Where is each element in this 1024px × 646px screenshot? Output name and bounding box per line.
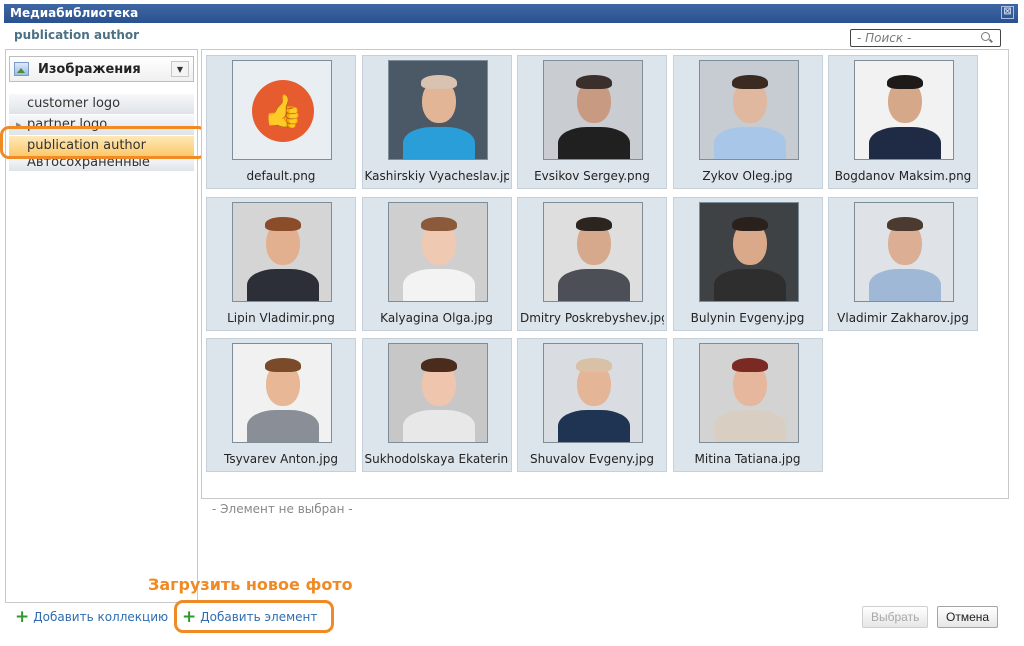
media-type-dropdown[interactable]: Изображения ▼ [9,56,194,82]
collection-title: publication author [14,28,140,42]
expand-arrow-icon[interactable]: ▶ [16,115,21,135]
add-element-link[interactable]: + Добавить элемент [182,607,318,627]
media-tile[interactable]: Dmitry Poskrebyshev.jpg [517,196,667,331]
media-tile[interactable]: Sukhodolskaya Ekaterina [361,338,512,472]
media-file-name: Kashirskiy Vyacheslav.jpg [364,169,509,183]
media-thumbnail [543,60,643,160]
media-file-name: Evsikov Sergey.png [534,169,650,183]
media-tile[interactable]: Zykov Oleg.jpg [672,55,823,189]
portrait-photo [389,344,487,442]
image-icon [14,62,29,76]
media-file-name: Lipin Vladimir.png [227,310,335,325]
portrait-photo [700,344,798,442]
media-file-name: Zykov Oleg.jpg [702,169,793,183]
add-element-label: Добавить элемент [200,610,318,624]
close-icon[interactable]: ⊠ [1001,6,1014,19]
media-file-name: Bogdanov Maksim.png [834,169,972,183]
select-button[interactable]: Выбрать [862,606,929,628]
media-tile[interactable]: Shuvalov Evgeny.jpg [517,338,667,472]
plus-icon: + [182,607,197,627]
portrait-photo [544,344,642,442]
media-thumbnail: 👍 [232,60,332,160]
media-thumbnail [543,201,643,302]
media-file-name: Bulynin Evgeny.jpg [690,310,805,325]
portrait-photo [700,203,798,301]
media-tile[interactable]: Evsikov Sergey.png [517,55,667,189]
portrait-photo [544,61,642,159]
media-thumbnail [698,60,799,160]
media-thumbnail [543,343,643,443]
collection-tree: customer logo ▶ partner logo publication… [6,94,197,171]
media-tile[interactable]: Kalyagina Olga.jpg [361,196,512,331]
plus-icon: + [15,607,30,627]
media-thumbnail [854,201,954,302]
media-type-label: Изображения [38,61,141,77]
media-file-name: Dmitry Poskrebyshev.jpg [520,310,664,325]
sidebar-item-label: customer logo [27,96,121,111]
collections-sidebar: Изображения ▼ customer logo ▶ partner lo… [5,49,198,603]
portrait-photo [233,344,331,442]
sidebar-item-label: publication author [27,138,146,153]
selection-status: - Элемент не выбран - [212,502,353,516]
sidebar-item-publication-author[interactable]: publication author [9,136,194,156]
media-tile[interactable]: Bogdanov Maksim.png [828,55,978,189]
portrait-photo [389,203,487,301]
sidebar-item-label: Автосохраненные [27,157,150,170]
media-thumbnail [232,343,332,443]
portrait-photo [855,203,953,301]
thumbs-up-icon: 👍 [252,80,314,142]
portrait-photo [855,61,953,159]
sidebar-item-label: partner logo [27,117,108,132]
media-file-name: Vladimir Zakharov.jpg [837,310,969,325]
portrait-photo [544,203,642,301]
media-file-name: Kalyagina Olga.jpg [380,310,493,325]
add-collection-label: Добавить коллекцию [33,610,169,624]
media-file-name: Shuvalov Evgeny.jpg [530,452,654,466]
cancel-button[interactable]: Отмена [937,606,999,628]
media-file-name: Tsyvarev Anton.jpg [224,452,338,466]
media-file-name: default.png [246,169,316,183]
media-tile[interactable]: Mitina Tatiana.jpg [672,338,823,472]
media-gallery-panel: 👍 default.png Kashirskiy Vyacheslav.jpg Evs… [201,49,1009,499]
search-icon[interactable] [980,31,994,45]
media-thumbnail [387,201,488,302]
sidebar-item-partner-logo[interactable]: ▶ partner logo [9,115,194,135]
add-collection-link[interactable]: + Добавить коллекцию [15,607,169,627]
media-tile[interactable]: Vladimir Zakharov.jpg [828,196,978,331]
sidebar-item-autosaved[interactable]: Автосохраненные [9,157,194,171]
media-tile[interactable]: Tsyvarev Anton.jpg [206,338,356,472]
portrait-photo [233,203,331,301]
search-input[interactable]: - Поиск - [850,29,1001,47]
media-thumbnail [387,60,488,160]
media-tile[interactable]: Bulynin Evgeny.jpg [672,196,823,331]
media-thumbnail [698,201,799,302]
sidebar-item-customer-logo[interactable]: customer logo [9,94,194,114]
media-thumbnail [232,201,332,302]
media-tile[interactable]: Kashirskiy Vyacheslav.jpg [361,55,512,189]
annotation-upload-photo: Загрузить новое фото [148,575,353,594]
portrait-photo [700,61,798,159]
portrait-photo [389,61,487,159]
media-file-name: Sukhodolskaya Ekaterina [364,452,509,466]
window-title: Медиабиблиотека [10,6,139,20]
media-thumbnail [854,60,954,160]
media-tile[interactable]: Lipin Vladimir.png [206,196,356,331]
media-file-name: Mitina Tatiana.jpg [694,452,801,466]
media-tile[interactable]: 👍 default.png [206,55,356,189]
media-thumbnail [698,343,799,443]
media-thumbnail [387,343,488,443]
dropdown-arrow-icon[interactable]: ▼ [171,61,189,77]
window-titlebar: Медиабиблиотека ⊠ [4,4,1018,23]
search-placeholder: - Поиск - [857,31,912,45]
